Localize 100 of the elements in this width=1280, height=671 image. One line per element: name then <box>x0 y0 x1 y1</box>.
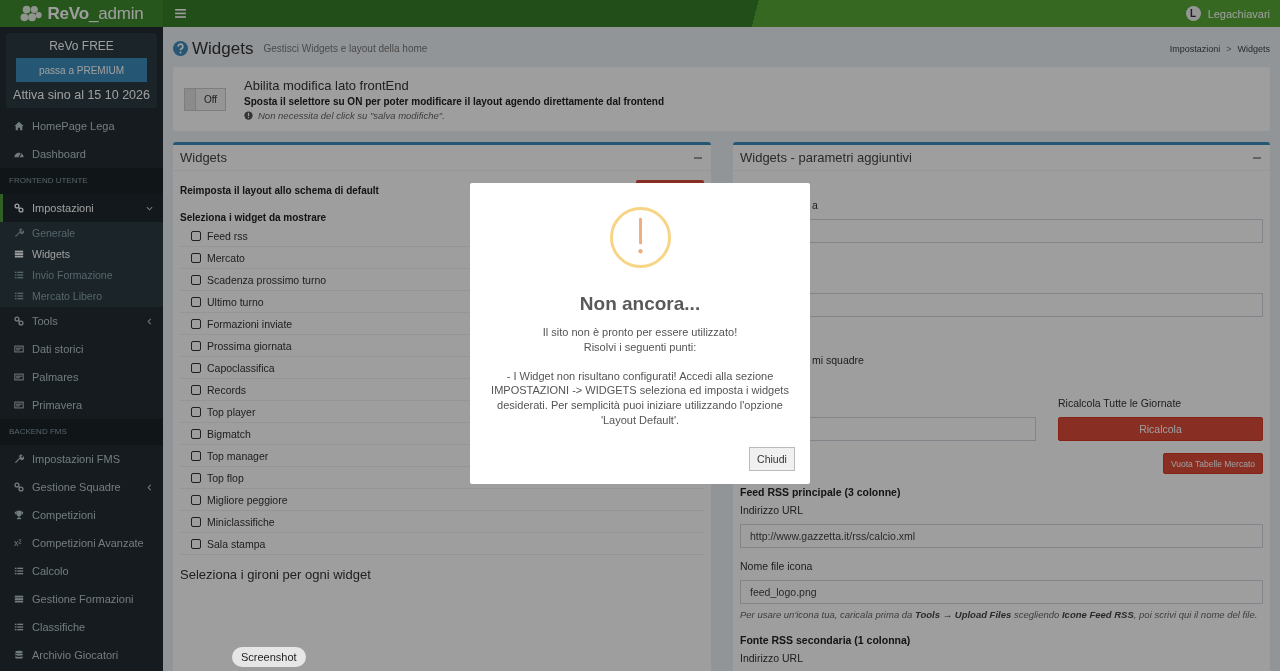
checkbox[interactable] <box>191 362 201 373</box>
checkbox[interactable] <box>191 296 201 307</box>
checkbox[interactable] <box>191 516 201 527</box>
list-icon <box>14 290 24 301</box>
sidebar-item[interactable]: Calcolo <box>0 557 163 585</box>
checkbox[interactable] <box>191 384 201 395</box>
sidebar-item[interactable]: HomePage Lega <box>0 112 163 140</box>
chevron-left-icon <box>146 317 153 325</box>
sidebar-item[interactable]: Gestione Formazioni <box>0 585 163 613</box>
widget-row[interactable]: Miniclassifiche <box>180 511 704 533</box>
checkbox[interactable] <box>191 274 201 285</box>
warning-icon <box>608 206 672 269</box>
sidebar-item[interactable]: Impostazioni <box>0 194 163 222</box>
breadcrumb-separator: > <box>1226 43 1232 54</box>
wrench-icon <box>14 454 24 464</box>
chevron-down-icon <box>146 204 153 212</box>
sidebar-item[interactable]: Gestione Squadre <box>0 473 163 501</box>
card-icon <box>14 344 24 354</box>
bars-icon <box>14 594 24 604</box>
list-icon <box>14 269 24 280</box>
plan-expiry: Attiva sino al 15 10 2026 <box>13 88 150 102</box>
page-subtitle: Gestisci Widgets e layout della home <box>263 43 428 54</box>
field-label: Indirizzo URL <box>740 503 805 518</box>
section-heading: Feed RSS principale (3 colonne) <box>740 485 902 499</box>
checkbox[interactable] <box>191 450 201 461</box>
menu-section-header: BACKEND FMS <box>0 419 163 445</box>
select-label: Seleziona i widget da mostrare <box>180 211 328 225</box>
info-icon <box>244 110 253 120</box>
reset-label: Reimposta il layout allo schema di default <box>180 184 379 196</box>
link-icon <box>14 203 24 213</box>
user-avatar[interactable]: L <box>1185 6 1201 21</box>
page-title: Widgets <box>192 38 254 59</box>
checkbox[interactable] <box>191 428 201 439</box>
field-label: Nome file icona <box>740 559 814 574</box>
checkbox[interactable] <box>191 494 201 505</box>
recalculate-button[interactable]: Ricalcola <box>1058 417 1263 441</box>
clear-button[interactable]: Vuota Tabelle Mercato <box>1162 453 1263 474</box>
menu-icon <box>175 9 186 18</box>
checkbox[interactable] <box>191 538 201 549</box>
sidebar-item[interactable]: Primavera <box>0 391 163 419</box>
widget-row[interactable]: Migliore peggiore <box>180 489 704 511</box>
checkbox[interactable] <box>191 406 201 417</box>
sidebar-item[interactable]: Dashboard <box>0 140 163 168</box>
app-logo-text[interactable]: ReVo_admin <box>47 3 144 24</box>
widget-row[interactable]: Sala stampa <box>180 533 704 555</box>
card-icon <box>14 372 24 382</box>
list-icon <box>14 566 24 576</box>
setting-note: Non necessita del click su "salva modifiche". <box>258 109 445 121</box>
submenu-item[interactable]: Invio Formazione <box>0 264 163 285</box>
submenu-item[interactable]: Generale <box>0 222 163 243</box>
minus-icon <box>694 156 702 159</box>
link-icon <box>14 316 24 326</box>
toggle-switch[interactable]: Off <box>184 87 226 111</box>
cluster-logo-icon <box>19 4 42 23</box>
tooltip: Screenshot <box>232 647 306 667</box>
checkbox[interactable] <box>191 472 201 483</box>
sidebar-item[interactable]: Competizioni <box>0 501 163 529</box>
sidebar-item[interactable]: Dati storici <box>0 335 163 363</box>
minus-icon <box>1253 156 1261 159</box>
menu-section-header: FRONTEND UTENTE <box>0 168 163 194</box>
input-field[interactable]: feed_logo.png <box>740 580 1263 604</box>
section-title: Seleziona i gironi per ogni widget <box>180 567 372 583</box>
wrench-icon <box>14 227 24 238</box>
chevron-left-icon <box>146 483 153 491</box>
card-icon <box>14 400 24 410</box>
link-icon <box>14 482 24 492</box>
close-button[interactable]: Chiudi <box>749 447 795 471</box>
plan-name: ReVo FREE <box>49 39 114 53</box>
sidebar-item[interactable]: Palmares <box>0 363 163 391</box>
breadcrumb-current: Widgets <box>1237 43 1270 54</box>
submenu-item[interactable]: Widgets <box>0 243 163 264</box>
checkbox[interactable] <box>191 340 201 351</box>
panel-title: Widgets - parametri aggiuntivi <box>740 150 912 165</box>
field-label: a <box>812 198 819 213</box>
bars-icon <box>14 248 24 259</box>
checkbox[interactable] <box>191 252 201 263</box>
help-icon <box>173 41 188 56</box>
section-heading: Fonte RSS secondaria (1 colonna) <box>740 633 912 647</box>
submenu-item[interactable]: Mercato Libero <box>0 285 163 306</box>
dialog-title: Non ancora... <box>579 292 701 316</box>
trophy-icon <box>14 510 24 520</box>
help-text: Per usare un'icona tua, caricala prima da Tools → Upload Files scegliendo Icone Feed RSS, poi scrivi qui il nome del file. <box>740 608 1259 622</box>
sidebar-item[interactable]: x² Competizioni Avanzate <box>0 529 163 557</box>
sidebar-item[interactable]: Impostazioni FMS <box>0 445 163 473</box>
input-field[interactable]: http://www.gazzetta.it/rss/calcio.xml <box>740 524 1263 548</box>
field-label: mi squadre <box>812 353 865 368</box>
upgrade-button[interactable]: passa a PREMIUM <box>16 58 147 82</box>
field-label: Indirizzo URL <box>740 651 805 666</box>
dialog-message: Risolvi i seguenti punti: <box>582 339 698 355</box>
sidebar-item[interactable]: Archivio Giocatori <box>0 641 163 669</box>
checkbox[interactable] <box>191 318 201 329</box>
home-icon <box>14 121 24 131</box>
checkbox[interactable] <box>191 230 201 241</box>
breadcrumb-link[interactable]: Impostazioni <box>1169 43 1221 54</box>
superscript-icon: x² <box>14 538 24 548</box>
user-name[interactable]: Legachiavari <box>1207 7 1270 20</box>
sidebar-item[interactable]: Classifiche <box>0 613 163 641</box>
setting-instruction: Sposta il selettore su ON per poter modificare il layout agendo direttamente dal frontend <box>244 95 665 107</box>
sidebar-item[interactable]: Tools <box>0 307 163 335</box>
list-icon <box>14 622 24 632</box>
